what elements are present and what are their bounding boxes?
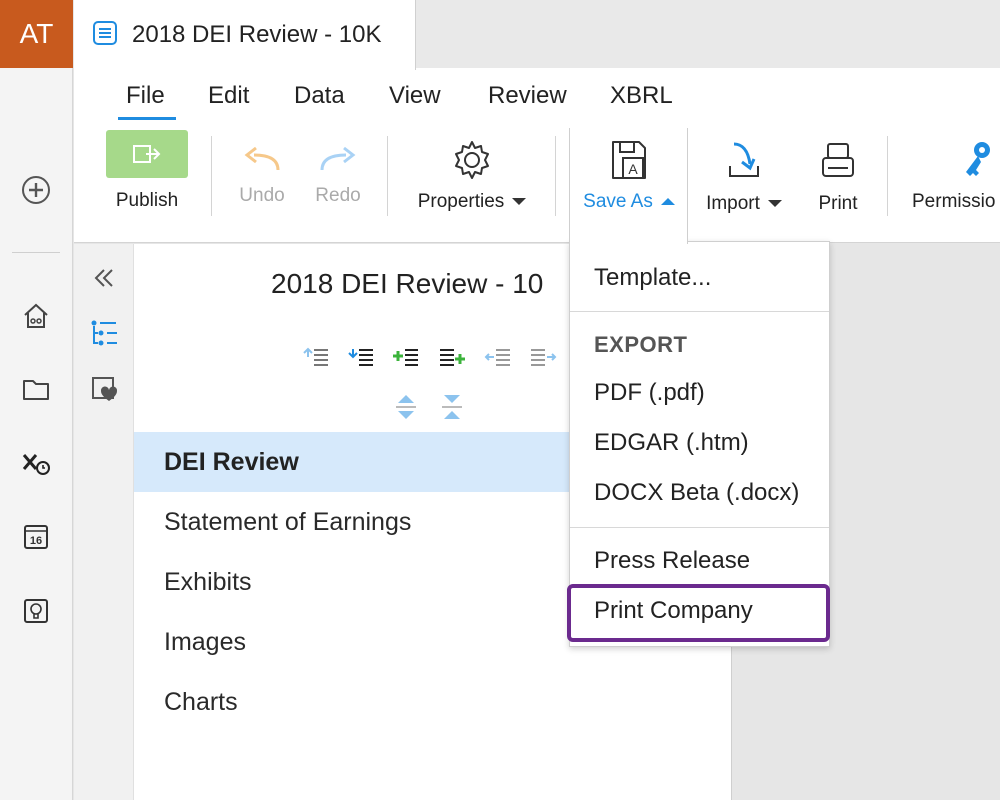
menu-file[interactable]: File: [126, 82, 165, 110]
document-tab[interactable]: 2018 DEI Review - 10K: [74, 0, 416, 70]
document-icon: [92, 20, 118, 51]
export-edgar-menu-item[interactable]: EDGAR (.htm): [594, 429, 749, 457]
calendar-icon[interactable]: 16: [20, 521, 52, 553]
publish-label: Publish: [115, 190, 179, 211]
expand-all-icon[interactable]: [392, 393, 420, 419]
tasks-icon[interactable]: [20, 447, 52, 479]
permissions-button[interactable]: Permissio: [912, 138, 1000, 213]
add-below-icon[interactable]: [438, 345, 466, 371]
save-as-icon: A: [609, 138, 649, 187]
add-above-icon[interactable]: [392, 345, 420, 371]
undo-label: Undo: [239, 185, 285, 206]
menu-xbrl[interactable]: XBRL: [610, 82, 673, 110]
outline-item-charts[interactable]: Charts: [134, 672, 732, 732]
menu-data[interactable]: Data: [294, 82, 345, 110]
collapse-panel-icon[interactable]: [90, 264, 118, 297]
menu-review[interactable]: Review: [488, 82, 567, 110]
toolbar-divider: [555, 136, 556, 216]
export-docx-menu-item[interactable]: DOCX Beta (.docx): [594, 479, 799, 507]
save-as-label: Save As: [583, 191, 653, 212]
print-button[interactable]: Print: [808, 140, 868, 215]
redo-label: Redo: [315, 185, 361, 206]
toolbar-divider: [387, 136, 388, 216]
folder-icon[interactable]: [20, 373, 52, 405]
avatar[interactable]: AT: [0, 0, 73, 68]
save-as-button[interactable]: A Save As: [573, 138, 685, 213]
menu-edit[interactable]: Edit: [208, 82, 249, 110]
properties-label: Properties: [417, 191, 505, 212]
press-release-menu-item[interactable]: Press Release: [594, 547, 750, 575]
redo-icon: [316, 144, 360, 179]
active-menu-indicator: [118, 117, 176, 120]
import-label: Import: [706, 193, 760, 214]
document-title: 2018 DEI Review - 10K: [132, 21, 382, 48]
indent-down-icon[interactable]: [347, 345, 375, 371]
gear-icon: [450, 138, 494, 187]
dropdown-divider: [570, 527, 829, 528]
outdent-icon[interactable]: [484, 345, 512, 371]
printer-icon: [818, 140, 858, 187]
print-label: Print: [818, 193, 858, 214]
permissions-label: Permissio: [912, 191, 996, 212]
dropdown-divider: [570, 311, 829, 312]
svg-text:A: A: [628, 161, 638, 177]
toolbar-divider: [887, 136, 888, 216]
favorites-icon[interactable]: [89, 374, 121, 411]
outline-title: 2018 DEI Review - 10: [271, 268, 544, 299]
menu-view[interactable]: View: [389, 82, 441, 110]
calendar-day: 16: [30, 535, 42, 547]
undo-button[interactable]: Undo: [234, 144, 290, 207]
export-pdf-menu-item[interactable]: PDF (.pdf): [594, 379, 705, 407]
add-icon[interactable]: [20, 174, 52, 206]
properties-button[interactable]: Properties: [408, 138, 536, 213]
redo-button[interactable]: Redo: [310, 144, 366, 207]
export-section-header: EXPORT: [594, 332, 688, 357]
chevron-up-icon: [660, 198, 675, 206]
import-icon: [724, 140, 764, 187]
insights-icon[interactable]: [20, 595, 52, 627]
import-button[interactable]: Import: [698, 140, 790, 215]
toolbar-divider: [211, 136, 212, 216]
collapse-all-icon[interactable]: [438, 393, 466, 419]
chevron-down-icon: [767, 200, 782, 208]
publish-button[interactable]: Publish: [106, 130, 188, 212]
home-icon[interactable]: [20, 300, 52, 332]
chevron-down-icon: [512, 198, 527, 206]
print-company-highlight: [567, 584, 830, 642]
undo-icon: [240, 144, 284, 179]
indent-up-icon[interactable]: [302, 345, 330, 371]
key-icon: [956, 138, 996, 187]
indent-icon[interactable]: [529, 345, 557, 371]
publish-icon: [106, 130, 188, 178]
outline-view-icon[interactable]: [88, 318, 120, 353]
template-menu-item[interactable]: Template...: [594, 264, 711, 292]
rail-divider: [12, 252, 60, 253]
